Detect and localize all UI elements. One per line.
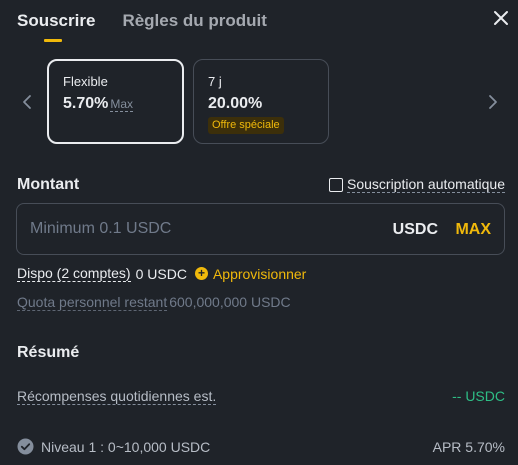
- available-value: 0 USDC: [135, 265, 187, 282]
- amount-unit: USDC: [392, 221, 438, 238]
- available-balance: Dispo (2 comptes) 0 USDC + Approvisionne…: [17, 265, 306, 282]
- product-rate-suffix: Max: [110, 97, 134, 112]
- amount-field[interactable]: USDC MAX: [16, 203, 505, 255]
- product-rate-value: 5.70%: [63, 95, 109, 112]
- chevron-right-icon: [489, 95, 497, 109]
- auto-subscribe-checkbox[interactable]: [329, 177, 343, 192]
- amount-label: Montant: [17, 176, 80, 193]
- summary-title: Résumé: [17, 344, 80, 361]
- product-name: Flexible: [63, 74, 108, 89]
- daily-rewards-value: -- USDC: [452, 388, 505, 404]
- auto-subscribe-label[interactable]: Souscription automatique: [347, 176, 505, 193]
- special-offer-badge: Offre spéciale: [208, 117, 284, 134]
- header-tabs: Souscrire Règles du produit: [17, 10, 267, 42]
- product-name: 7 j: [208, 74, 222, 89]
- amount-input[interactable]: [30, 204, 390, 254]
- chevron-left-icon: [23, 95, 31, 109]
- product-rate: 5.70% Max: [63, 95, 134, 113]
- tier-row: Niveau 1 : 0~10,000 USDC: [17, 438, 210, 455]
- tier-label: Niveau 1 : 0~10,000 USDC: [41, 438, 211, 455]
- tab-product-rules[interactable]: Règles du produit: [122, 10, 267, 42]
- personal-quota: Quota personnel restant 600,000,000 USDC: [17, 294, 291, 311]
- available-label[interactable]: Dispo (2 comptes): [17, 265, 131, 282]
- max-button[interactable]: MAX: [455, 221, 491, 239]
- product-rate-value: 20.00%: [208, 95, 263, 112]
- topup-button[interactable]: + Approvisionner: [194, 266, 306, 282]
- quota-value: 600,000,000 USDC: [169, 294, 291, 310]
- quota-label[interactable]: Quota personnel restant: [17, 294, 168, 311]
- auto-subscribe-toggle[interactable]: Souscription automatique: [329, 176, 505, 193]
- prev-product-button[interactable]: [20, 93, 34, 111]
- daily-rewards-label[interactable]: Récompenses quotidiennes est.: [17, 388, 217, 405]
- apr-value: APR 5.70%: [432, 439, 505, 455]
- topup-label[interactable]: Approvisionner: [213, 266, 306, 282]
- product-card-flexible[interactable]: Flexible 5.70% Max: [47, 59, 184, 144]
- close-button[interactable]: [492, 9, 510, 27]
- plus-icon: +: [194, 267, 208, 280]
- check-circle-icon: [17, 438, 34, 455]
- active-tab-indicator: [44, 39, 62, 42]
- next-product-button[interactable]: [486, 93, 500, 111]
- product-card-7-days[interactable]: 7 j 20.00% Offre spéciale: [193, 59, 329, 144]
- close-icon: [494, 11, 508, 25]
- tab-subscribe[interactable]: Souscrire: [17, 10, 95, 42]
